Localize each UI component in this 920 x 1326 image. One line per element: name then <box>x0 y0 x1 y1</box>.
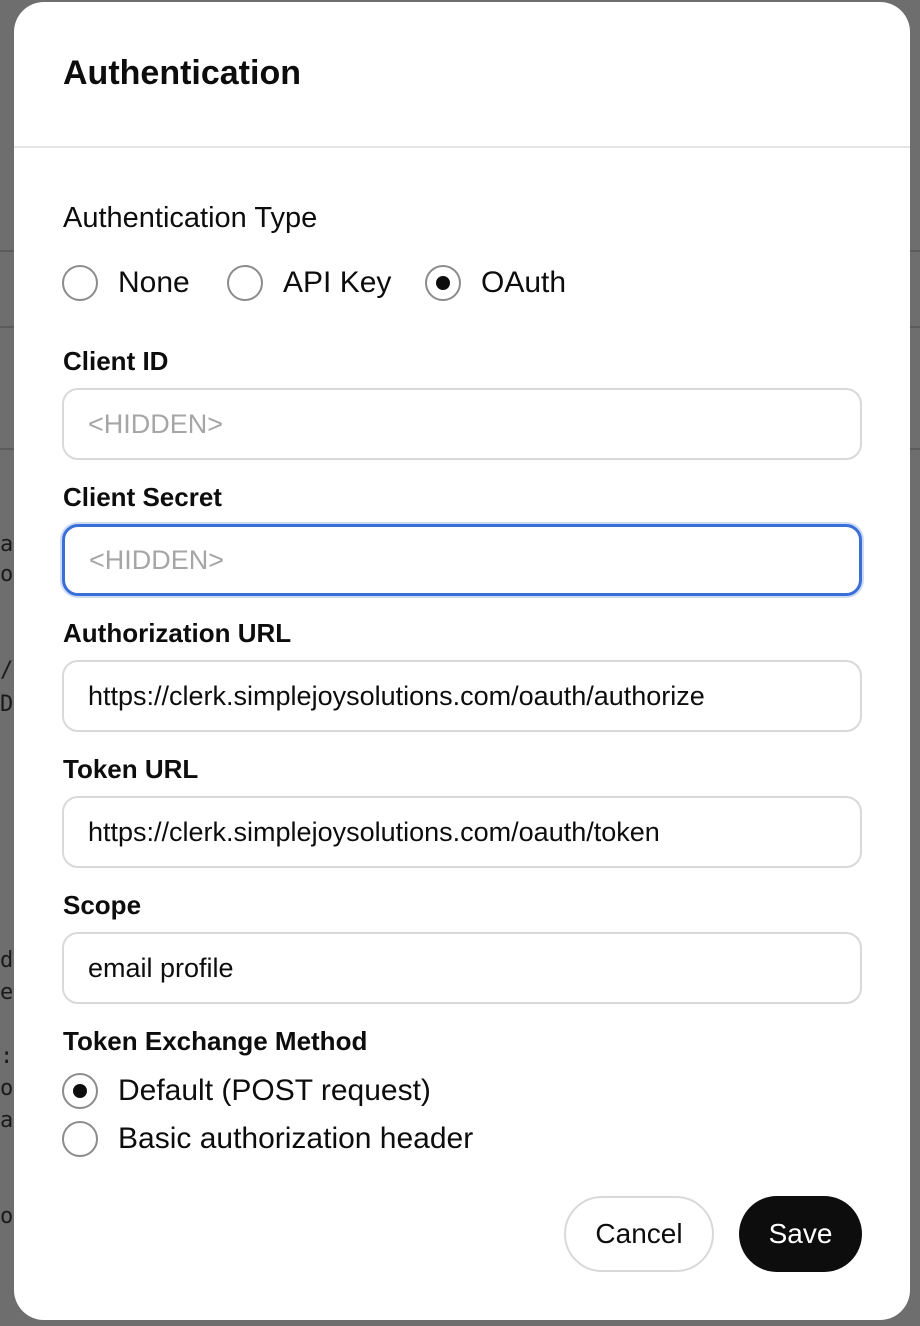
client-secret-input[interactable] <box>62 524 862 596</box>
dialog-title: Authentication <box>63 54 301 92</box>
authorization-url-label: Authorization URL <box>63 618 292 648</box>
dialog-header: Authentication <box>14 2 910 148</box>
background-text-fragment: : <box>0 1044 14 1069</box>
client-secret-label: Client Secret <box>63 482 222 512</box>
radio-default-post-label: Default (POST request) <box>118 1074 431 1107</box>
client-id-input[interactable] <box>62 388 862 460</box>
auth-type-option-oauth[interactable]: OAuth <box>425 265 566 301</box>
token-url-input[interactable] <box>62 796 862 868</box>
radio-none-label: None <box>118 266 190 299</box>
authentication-dialog: Authentication Authentication Type None … <box>14 2 910 1320</box>
cancel-button[interactable]: Cancel <box>564 1196 714 1272</box>
radio-api-key[interactable] <box>227 265 263 301</box>
scope-input[interactable] <box>62 932 862 1004</box>
authorization-url-input[interactable] <box>62 660 862 732</box>
radio-none[interactable] <box>62 265 98 301</box>
radio-oauth[interactable] <box>425 265 461 301</box>
scope-label: Scope <box>63 890 142 920</box>
radio-default-post[interactable] <box>62 1073 98 1109</box>
radio-basic-auth[interactable] <box>62 1121 98 1157</box>
auth-type-option-none[interactable]: None <box>62 265 190 301</box>
radio-basic-auth-label: Basic authorization header <box>118 1122 474 1155</box>
radio-api-key-label: API Key <box>283 266 392 299</box>
token-exchange-option-default[interactable]: Default (POST request) <box>62 1073 431 1109</box>
auth-type-option-api-key[interactable]: API Key <box>227 265 391 301</box>
token-exchange-label: Token Exchange Method <box>63 1026 368 1056</box>
token-url-label: Token URL <box>63 754 199 784</box>
token-exchange-option-basic[interactable]: Basic authorization header <box>62 1121 473 1157</box>
auth-type-label: Authentication Type <box>63 202 318 234</box>
save-button[interactable]: Save <box>739 1196 862 1272</box>
radio-oauth-label: OAuth <box>481 266 567 299</box>
background-text-fragment: D <box>0 692 14 717</box>
client-id-label: Client ID <box>63 346 169 376</box>
background-text-fragment: d <box>0 948 14 973</box>
